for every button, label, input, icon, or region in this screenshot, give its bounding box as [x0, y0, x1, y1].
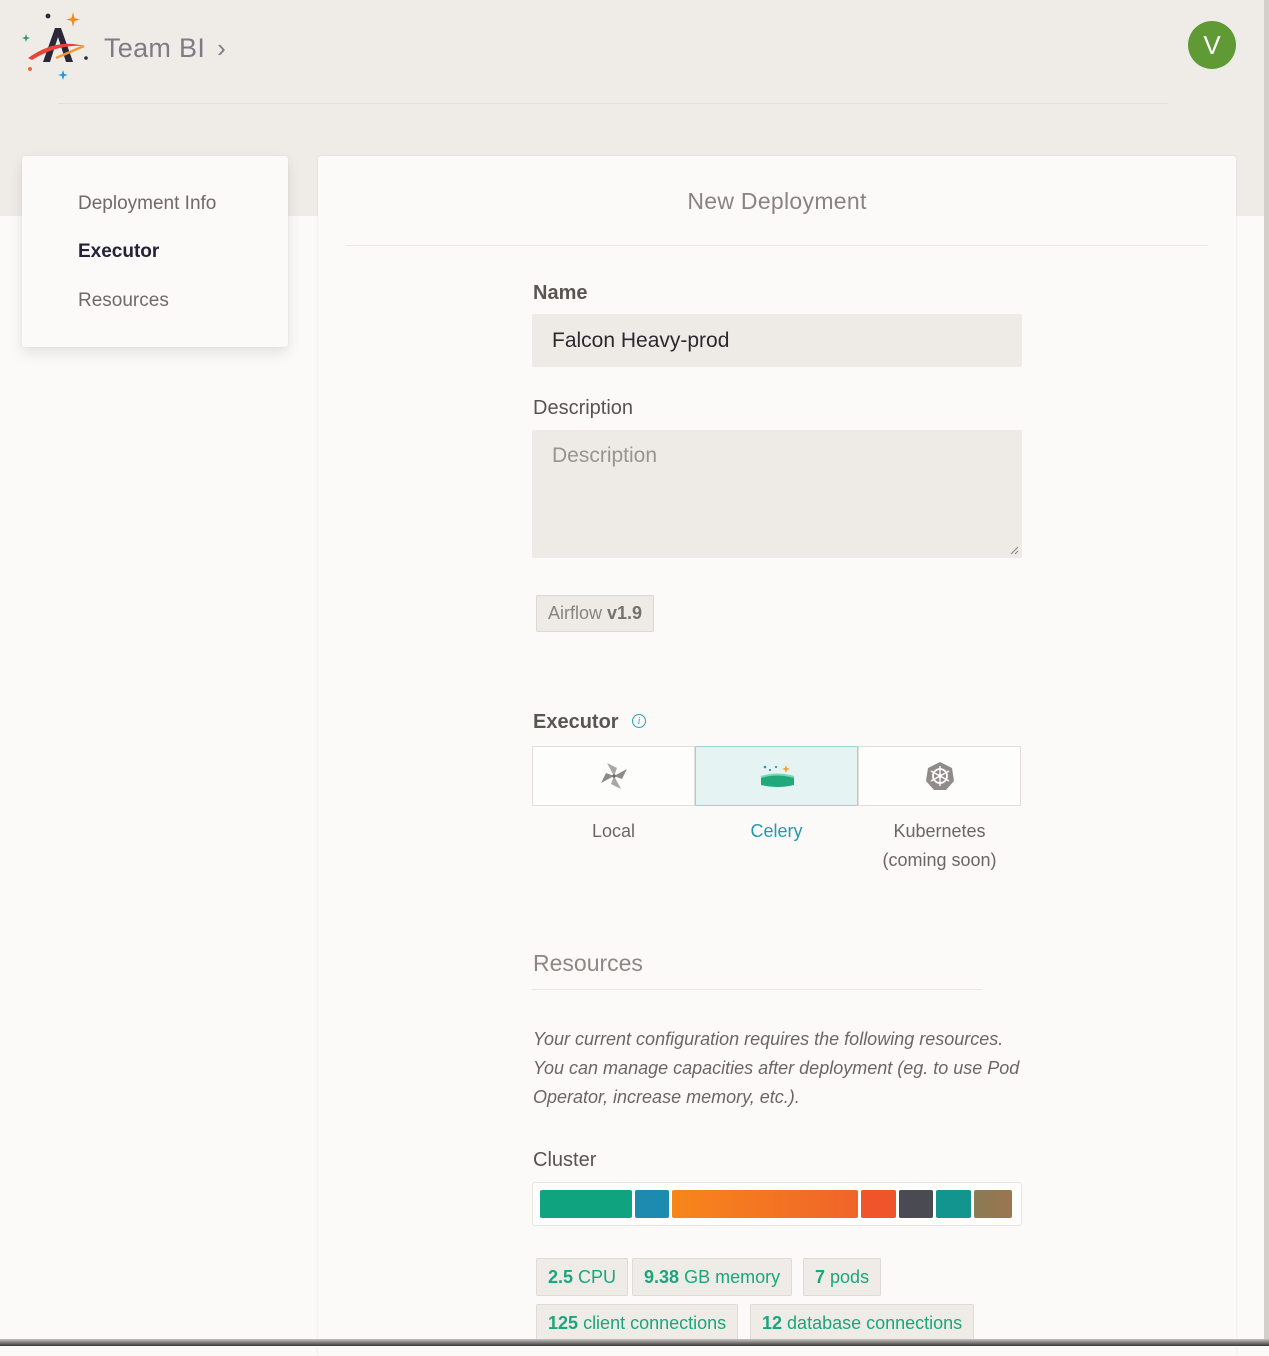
resources-heading: Resources — [533, 950, 643, 976]
executor-option-kubernetes[interactable] — [858, 746, 1021, 806]
cluster-segment — [936, 1190, 971, 1218]
executor-label-celery[interactable]: Celery — [695, 817, 858, 846]
chip-unit: client connections — [583, 1313, 727, 1333]
title-divider — [346, 245, 1208, 246]
team-name[interactable]: Team BI — [104, 33, 205, 64]
cpu-chip: 2.5 CPU — [536, 1258, 629, 1296]
cluster-segment — [899, 1190, 933, 1218]
chip-unit: CPU — [578, 1267, 617, 1287]
memory-chip: 9.38 GB memory — [632, 1258, 793, 1296]
version-value: v1.9 — [607, 603, 643, 623]
chip-unit: GB memory — [684, 1267, 781, 1287]
sidebar-item-resources[interactable]: Resources — [78, 290, 169, 312]
executor-option-celery[interactable] — [695, 746, 858, 806]
breadcrumb[interactable]: Team BI › — [104, 30, 226, 66]
resources-divider — [532, 989, 982, 990]
chip-unit: pods — [830, 1267, 870, 1287]
name-input[interactable]: Falcon Heavy-prod — [532, 314, 1022, 367]
cluster-segment — [861, 1190, 896, 1218]
window-edge — [1264, 0, 1269, 1346]
description-label: Description — [533, 397, 634, 419]
chevron-right-icon: › — [217, 32, 227, 63]
cluster-segment — [672, 1190, 858, 1218]
description-placeholder: Description — [552, 444, 658, 467]
chip-value: 2.5 — [548, 1267, 574, 1287]
pods-chip: 7 pods — [803, 1258, 882, 1296]
page-title: New Deployment — [687, 188, 867, 214]
cluster-segment — [635, 1190, 669, 1218]
astronomer-logo-icon[interactable] — [18, 8, 94, 84]
step-sidebar: Deployment Info Executor Resources — [22, 156, 288, 347]
executor-label-kubernetes[interactable]: Kubernetes (coming soon) — [858, 817, 1021, 875]
executor-option-local[interactable] — [532, 746, 695, 806]
header-divider — [58, 103, 1168, 104]
client-connections-chip: 125 client connections — [536, 1304, 739, 1342]
pinwheel-icon — [600, 763, 627, 789]
cluster-segment — [540, 1190, 632, 1218]
chip-value: 12 — [762, 1313, 783, 1333]
kubernetes-label: Kubernetes — [893, 821, 986, 841]
celery-icon — [760, 765, 794, 787]
window-bottom-edge — [0, 1339, 1269, 1346]
chip-value: 125 — [548, 1313, 579, 1333]
description-textarea[interactable]: Description — [532, 430, 1022, 558]
cluster-usage-bar — [532, 1182, 1022, 1226]
kubernetes-icon — [925, 762, 954, 790]
cluster-label: Cluster — [533, 1149, 597, 1171]
sidebar-item-deployment-info[interactable]: Deployment Info — [78, 193, 216, 215]
resize-handle-icon[interactable] — [1010, 546, 1019, 555]
version-prefix: Airflow — [548, 603, 603, 623]
resources-description: Your current configuration requires the … — [533, 1029, 1020, 1107]
executor-label: Executor — [533, 711, 619, 733]
info-icon[interactable]: i — [632, 714, 646, 728]
executor-label-local[interactable]: Local — [532, 817, 695, 846]
cluster-segment — [974, 1190, 1012, 1218]
user-avatar[interactable]: V — [1188, 21, 1236, 69]
sidebar-item-executor[interactable]: Executor — [78, 241, 159, 263]
name-label: Name — [533, 282, 588, 304]
chip-value: 9.38 — [644, 1267, 680, 1287]
kubernetes-sublabel: (coming soon) — [882, 850, 997, 870]
chip-unit: database connections — [787, 1313, 963, 1333]
database-connections-chip: 12 database connections — [750, 1304, 975, 1342]
airflow-version-badge: Airflow v1.9 — [536, 595, 655, 632]
chip-value: 7 — [815, 1267, 826, 1287]
app-header: Team BI › V — [0, 0, 1269, 104]
deployment-form-panel: New Deployment Name Falcon Heavy-prod De… — [318, 156, 1236, 1356]
